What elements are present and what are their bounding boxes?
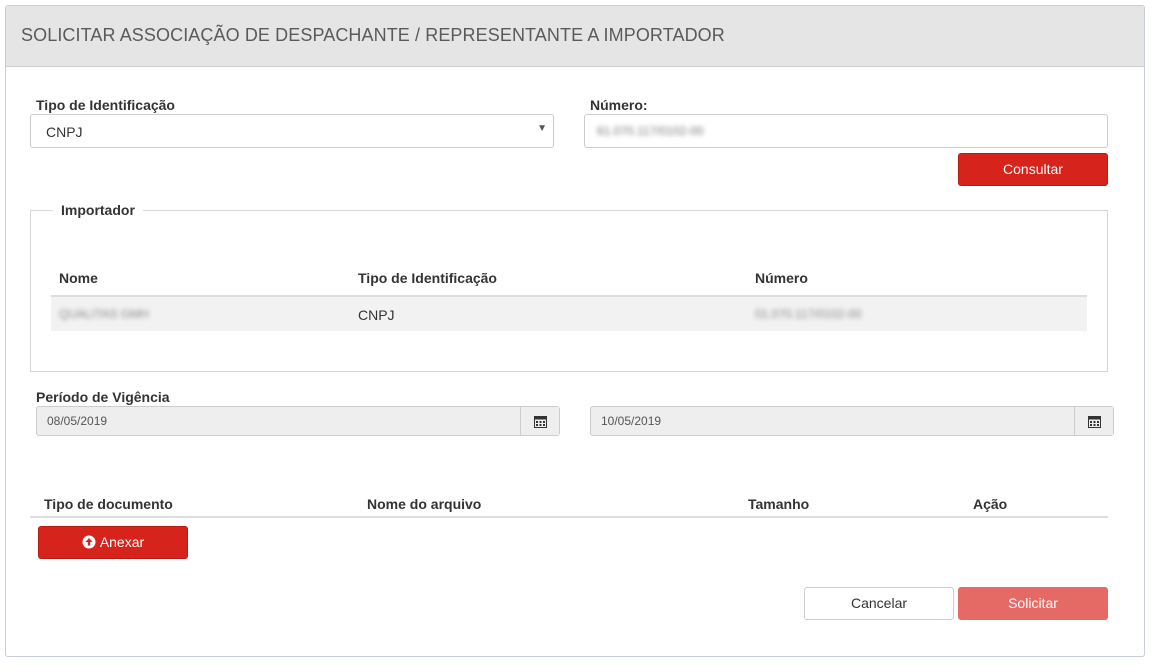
calendar-icon[interactable]	[1074, 407, 1113, 435]
panel-header: SOLICITAR ASSOCIAÇÃO DE DESPACHANTE / RE…	[6, 6, 1144, 67]
importador-table-header: Nome Tipo de Identificação Número	[51, 267, 1087, 297]
documents-table-header: Tipo de documento Nome do arquivo Tamanh…	[30, 486, 1108, 518]
numero-label: Número:	[590, 97, 648, 113]
end-date-value: 10/05/2019	[601, 414, 662, 428]
start-date-field[interactable]: 08/05/2019	[36, 406, 560, 436]
col-numero: Número	[755, 270, 808, 286]
importador-legend: Importador	[53, 202, 143, 218]
tipo-identificacao-label: Tipo de Identificação	[36, 97, 175, 113]
col-tamanho: Tamanho	[748, 496, 810, 512]
importador-fieldset: Importador Nome Tipo de Identificação Nú…	[30, 202, 1108, 372]
anexar-label: Anexar	[99, 534, 145, 550]
table-row: QUALITAS GMH CNPJ 01.070.117/0102-00	[51, 297, 1087, 331]
tipo-identificacao-select[interactable]: CNPJ ▼	[30, 114, 554, 148]
calendar-icon[interactable]	[520, 407, 559, 435]
solicitar-button[interactable]: Solicitar	[958, 587, 1108, 620]
col-nome: Nome	[59, 270, 98, 286]
col-nome-arquivo: Nome do arquivo	[367, 496, 482, 512]
col-tipo-documento: Tipo de documento	[44, 496, 173, 512]
row-tipo: CNPJ	[358, 307, 395, 323]
anexar-button[interactable]: Anexar	[38, 526, 188, 559]
cancel-button[interactable]: Cancelar	[804, 587, 954, 620]
tipo-identificacao-value: CNPJ	[46, 124, 83, 140]
start-date-value: 08/05/2019	[47, 414, 108, 428]
page-title: SOLICITAR ASSOCIAÇÃO DE DESPACHANTE / RE…	[21, 25, 725, 45]
end-date-field[interactable]: 10/05/2019	[590, 406, 1114, 436]
periodo-vigencia-label: Período de Vigência	[36, 389, 170, 405]
col-acao: Ação	[973, 496, 1008, 512]
upload-circle-icon	[82, 535, 96, 549]
row-numero: 01.070.117/0102-00	[755, 307, 862, 321]
consultar-button[interactable]: Consultar	[958, 153, 1108, 186]
row-nome: QUALITAS GMH	[59, 307, 149, 321]
caret-down-icon: ▼	[537, 123, 547, 134]
col-tipo-identificacao: Tipo de Identificação	[358, 270, 497, 286]
numero-input-value: 61.070.117/0102-00	[597, 124, 704, 138]
numero-input[interactable]: 61.070.117/0102-00	[584, 114, 1108, 148]
